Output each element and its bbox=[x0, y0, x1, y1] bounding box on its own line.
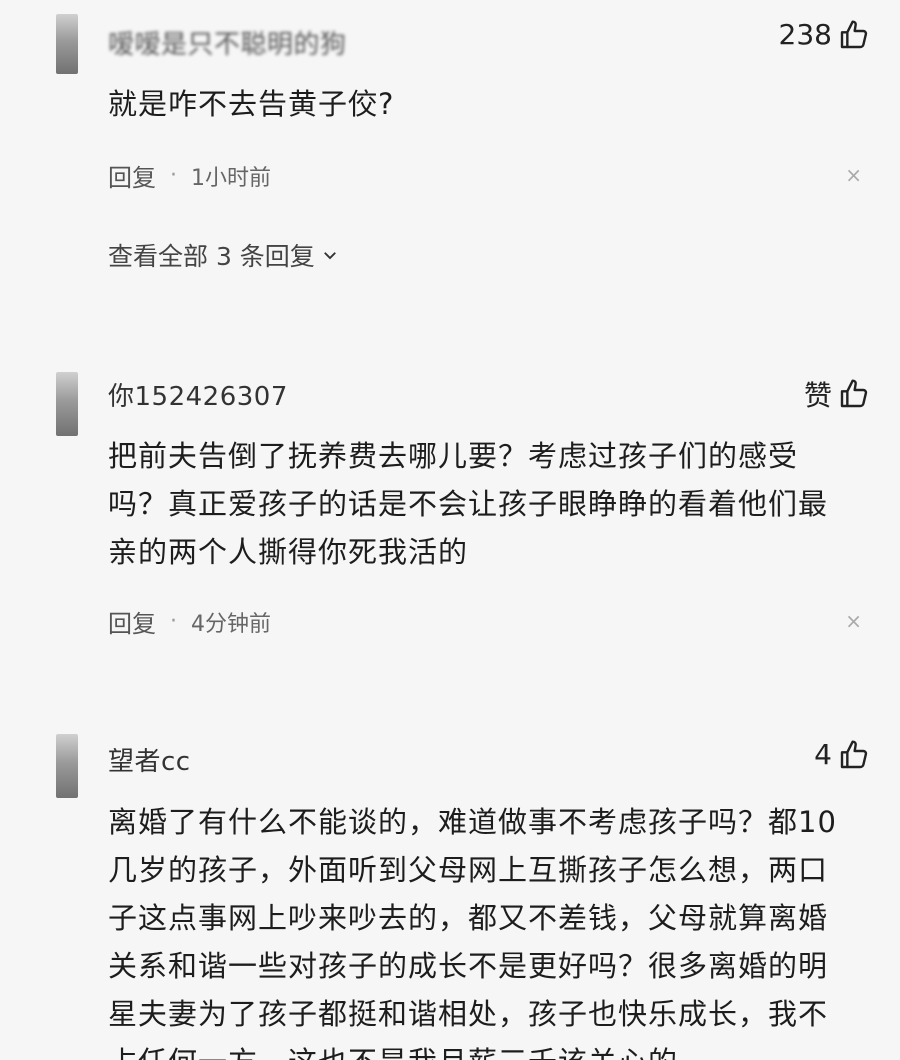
reply-button[interactable]: 回复 bbox=[108, 158, 156, 193]
comment-text: 就是咋不去告黄子佼? bbox=[108, 87, 395, 121]
avatar[interactable] bbox=[56, 14, 78, 74]
avatar[interactable] bbox=[56, 372, 78, 436]
avatar[interactable] bbox=[56, 734, 78, 798]
comment-text: 把前夫告倒了抚养费去哪儿要？考虑过孩子们的感受吗？真正爱孩子的话是不会让孩子眼睁… bbox=[108, 439, 829, 569]
like-button[interactable]: 赞 bbox=[804, 374, 870, 414]
comment-text: 离婚了有什么不能谈的，难道做事不考虑孩子吗？都10几岁的孩子，外面听到父母网上互… bbox=[108, 805, 837, 1060]
comment-meta: 回复 · 4分钟前 bbox=[108, 604, 271, 639]
like-count: 赞 bbox=[803, 379, 832, 412]
close-icon[interactable]: × bbox=[845, 163, 862, 187]
reply-button[interactable]: 回复 bbox=[108, 604, 156, 639]
separator-dot: · bbox=[170, 609, 177, 634]
like-count: 4 bbox=[814, 738, 832, 771]
timestamp: 1小时前 bbox=[191, 165, 271, 191]
chevron-down-icon bbox=[323, 252, 336, 260]
view-all-label: 查看全部 3 条回复 bbox=[108, 242, 315, 271]
like-count: 238 bbox=[778, 18, 832, 51]
separator-dot: · bbox=[170, 163, 177, 188]
thumbs-up-icon bbox=[840, 19, 868, 48]
comment-meta: 回复 · 1小时前 bbox=[108, 158, 271, 193]
like-button[interactable]: 238 bbox=[779, 18, 870, 51]
thumbs-up-icon bbox=[840, 739, 868, 768]
username[interactable]: 嗳嗳是只不聪明的狗 bbox=[108, 24, 347, 61]
like-button[interactable]: 4 bbox=[814, 738, 870, 771]
close-icon[interactable]: × bbox=[845, 609, 862, 633]
username[interactable]: 望者cc bbox=[108, 741, 191, 778]
timestamp: 4分钟前 bbox=[191, 611, 271, 637]
view-all-replies-button[interactable]: 查看全部 3 条回复 bbox=[108, 237, 339, 273]
thumbs-up-icon bbox=[840, 379, 868, 408]
username[interactable]: 你152426307 bbox=[108, 376, 288, 413]
